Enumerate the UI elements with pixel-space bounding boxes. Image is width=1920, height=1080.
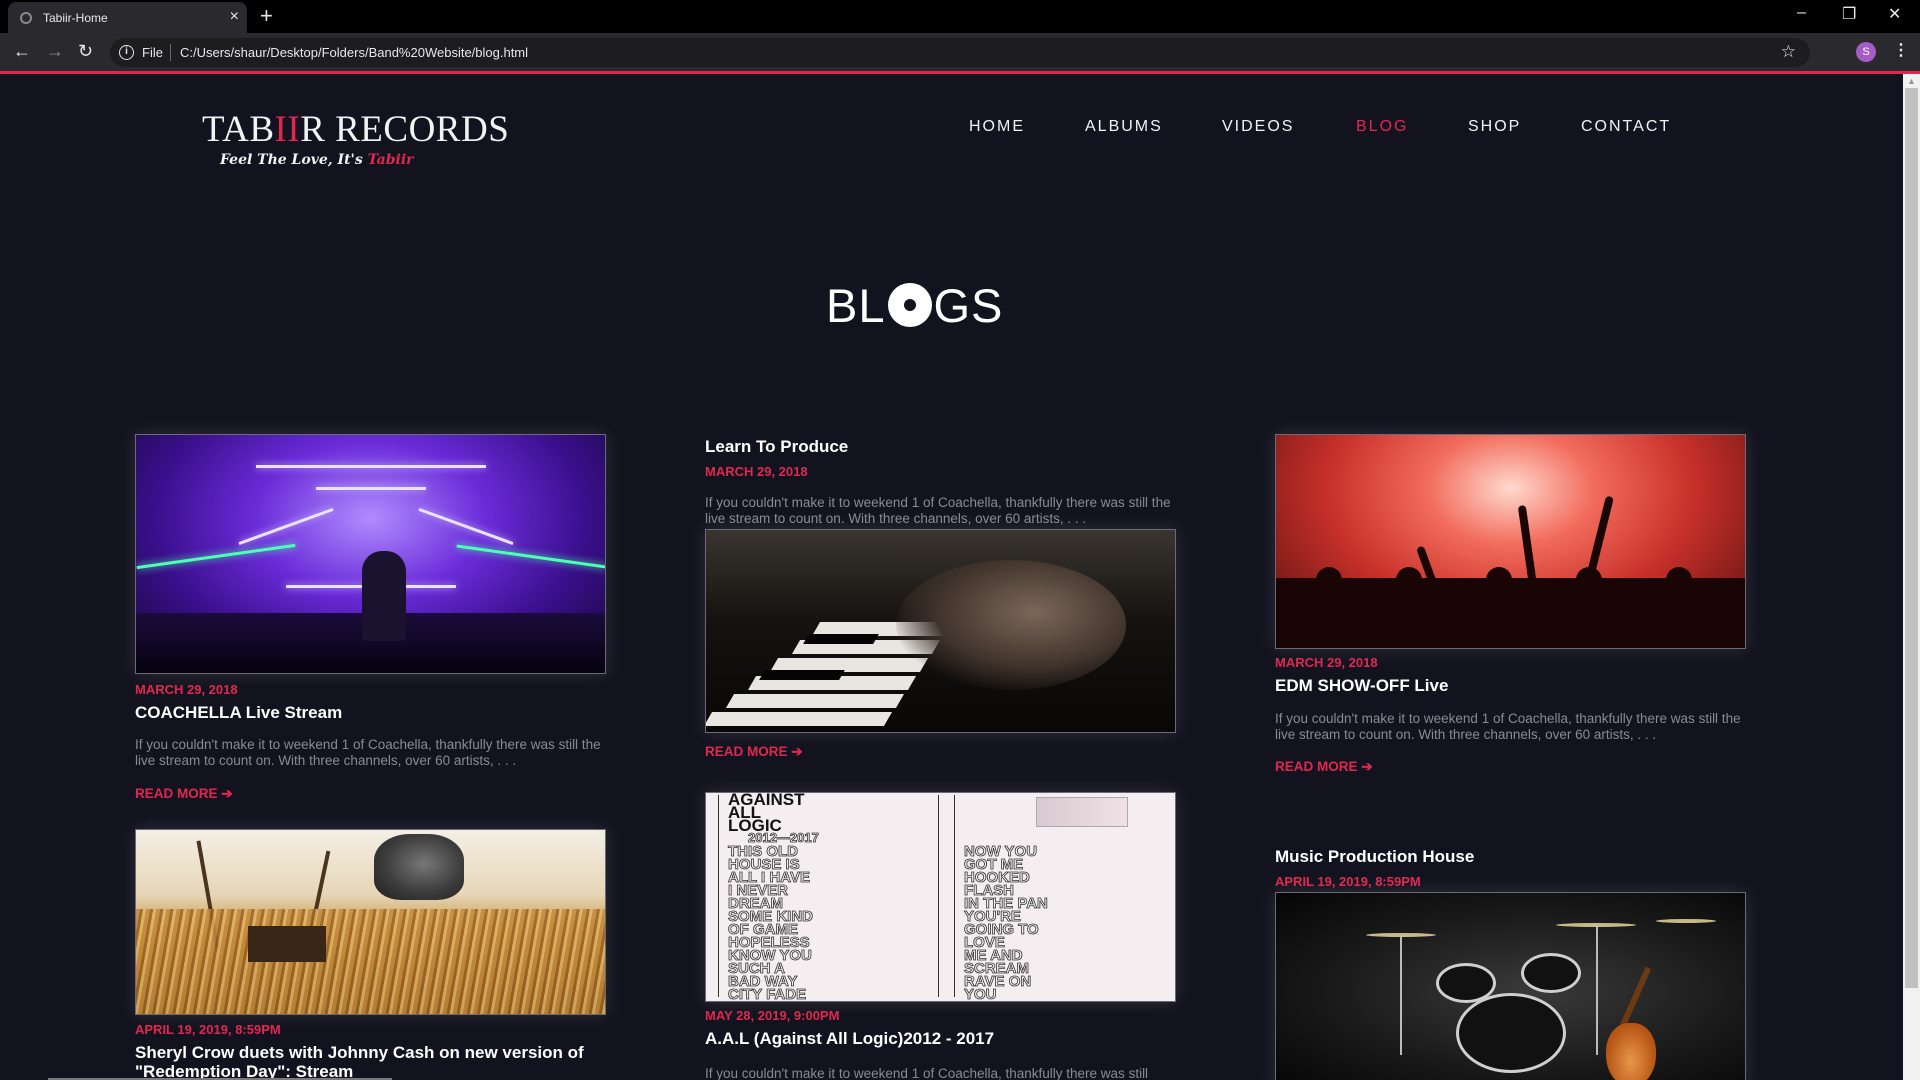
light-bar xyxy=(316,487,426,490)
divider xyxy=(954,795,955,997)
window-close-button[interactable]: ✕ xyxy=(1888,4,1901,24)
profile-avatar[interactable]: S xyxy=(1856,42,1876,62)
forward-button[interactable]: → xyxy=(46,41,64,62)
crowd-head xyxy=(1666,567,1692,593)
tab-title: Tabiir-Home xyxy=(43,11,108,25)
cymbal xyxy=(1656,919,1716,923)
nav-blog[interactable]: BLOG xyxy=(1356,118,1408,136)
read-more-link[interactable]: READ MORE ➔ xyxy=(1275,759,1373,775)
post-date: APRIL 19, 2019, 8:59PM xyxy=(135,1022,281,1037)
post-excerpt: If you couldn't make it to weekend 1 of … xyxy=(705,1066,1149,1080)
post-image-drum-kit[interactable] xyxy=(1275,892,1746,1080)
light-bar xyxy=(256,465,486,468)
dj-silhouette xyxy=(362,551,406,641)
guitar-neck xyxy=(1618,966,1652,1030)
post-excerpt: If you couldn't make it to weekend 1 of … xyxy=(1275,711,1741,742)
title-text-start: BL xyxy=(826,279,886,332)
johnny-cash-portrait xyxy=(374,834,464,900)
browser-menu-icon[interactable]: ⋮ xyxy=(1893,40,1909,60)
light-bar xyxy=(456,544,605,569)
bookmark-star-icon[interactable]: ☆ xyxy=(1781,42,1796,62)
nav-home[interactable]: HOME xyxy=(969,118,1025,136)
piano-key xyxy=(706,712,893,726)
crowd-head xyxy=(1316,567,1342,593)
post-excerpt: If you couldn't make it to weekend 1 of … xyxy=(705,495,1171,526)
logo-text-end: R RECORDS xyxy=(300,109,510,150)
cover-tracklist-left: THIS OLD HOUSE IS ALL I HAVE I NEVER DRE… xyxy=(728,843,814,1002)
page-viewport: TABIIR RECORDS Feel The Love, It's Tabii… xyxy=(0,74,1903,1080)
url-scheme-label: File xyxy=(142,45,163,60)
site-logo[interactable]: TABIIR RECORDS xyxy=(202,108,509,151)
back-button[interactable]: ← xyxy=(13,41,31,62)
piano-key xyxy=(725,694,905,708)
read-more-link[interactable]: READ MORE ➔ xyxy=(135,786,233,802)
cover-photo xyxy=(1036,797,1128,827)
vinyl-disc-icon xyxy=(887,283,932,327)
post-title[interactable]: Sheryl Crow duets with Johnny Cash on ne… xyxy=(135,1043,605,1080)
tom-drum xyxy=(1521,953,1581,993)
browser-tab[interactable]: Tabiir-Home × xyxy=(8,2,247,33)
post-date: MAY 28, 2019, 9:00PM xyxy=(705,1008,840,1023)
post-date: MARCH 29, 2018 xyxy=(1275,655,1378,670)
read-more-link[interactable]: READ MORE ➔ xyxy=(705,744,803,760)
scroll-up-arrow-icon[interactable]: ▲ xyxy=(1907,76,1916,86)
restore-button[interactable]: ❐ xyxy=(1842,4,1856,24)
reload-button[interactable]: ↻ xyxy=(78,41,93,62)
globe-icon xyxy=(20,12,32,24)
logo-text-accent: II xyxy=(274,109,301,150)
address-bar[interactable]: i File C:/Users/shaur/Desktop/Folders/Ba… xyxy=(110,38,1810,67)
post-date: MARCH 29, 2018 xyxy=(705,464,808,479)
nav-albums[interactable]: ALBUMS xyxy=(1085,118,1163,136)
tagline-accent: Tabiir xyxy=(367,152,414,168)
nav-videos[interactable]: VIDEOS xyxy=(1222,118,1294,136)
piano-in-field xyxy=(248,926,326,962)
post-date: APRIL 19, 2019, 8:59PM xyxy=(1275,874,1421,889)
divider xyxy=(170,44,171,61)
scrollbar-thumb[interactable] xyxy=(1905,88,1918,988)
field-grass xyxy=(136,909,605,1014)
url-text[interactable]: C:/Users/shaur/Desktop/Folders/Band%20We… xyxy=(180,45,528,60)
tagline-text: Feel The Love, It's xyxy=(220,152,368,168)
bass-drum xyxy=(1456,993,1566,1073)
hand-on-keys xyxy=(896,560,1126,690)
piano-black-key xyxy=(803,634,879,644)
post-image-coachella[interactable] xyxy=(135,434,606,674)
cymbal-stand xyxy=(1400,935,1402,1055)
divider xyxy=(718,795,719,997)
browser-toolbar: ← → ↻ i File C:/Users/shaur/Desktop/Fold… xyxy=(0,33,1920,71)
post-title[interactable]: Learn To Produce xyxy=(705,437,1175,456)
page-title: BL GS xyxy=(826,278,1003,333)
vertical-scrollbar[interactable]: ▲ xyxy=(1903,74,1920,1080)
light-bar xyxy=(418,507,514,546)
site-tagline: Feel The Love, It's Tabiir xyxy=(220,152,414,168)
post-image-edm-concert[interactable] xyxy=(1275,434,1746,649)
post-date: MARCH 29, 2018 xyxy=(135,682,238,697)
light-bar xyxy=(136,543,296,570)
post-title[interactable]: A.A.L (Against All Logic)2012 - 2017 xyxy=(705,1029,1175,1048)
crowd-head xyxy=(1486,567,1512,593)
nav-shop[interactable]: SHOP xyxy=(1468,118,1521,136)
divider xyxy=(938,795,939,997)
post-image-aal-album[interactable]: AGAINST ALL LOGIC 2012—2017 THIS OLD HOU… xyxy=(705,792,1176,1002)
post-image-piano[interactable] xyxy=(705,529,1176,733)
minimize-button[interactable]: – xyxy=(1797,4,1806,22)
post-image-sheryl-crow[interactable] xyxy=(135,829,606,1015)
crowd-head xyxy=(1396,567,1422,593)
post-title[interactable]: EDM SHOW-OFF Live xyxy=(1275,676,1745,695)
post-title[interactable]: Music Production House xyxy=(1275,847,1745,866)
nav-contact[interactable]: CONTACT xyxy=(1581,118,1671,136)
post-excerpt: If you couldn't make it to weekend 1 of … xyxy=(135,737,601,768)
cover-tracklist-right: NOW YOU GOT ME HOOKED FLASH IN THE PAN Y… xyxy=(964,843,1049,1002)
electric-guitar xyxy=(1606,1023,1656,1080)
close-tab-icon[interactable]: × xyxy=(230,8,239,26)
new-tab-button[interactable]: + xyxy=(260,3,273,29)
post-title[interactable]: COACHELLA Live Stream xyxy=(135,703,605,722)
cymbal-stand xyxy=(1596,925,1598,1055)
light-bar xyxy=(238,507,334,546)
logo-text-start: TAB xyxy=(202,109,275,150)
info-icon[interactable]: i xyxy=(119,45,134,60)
title-text-end: GS xyxy=(933,279,1004,332)
browser-tab-strip: Tabiir-Home × + – ❐ ✕ xyxy=(0,0,1920,33)
piano-black-key xyxy=(759,670,845,680)
